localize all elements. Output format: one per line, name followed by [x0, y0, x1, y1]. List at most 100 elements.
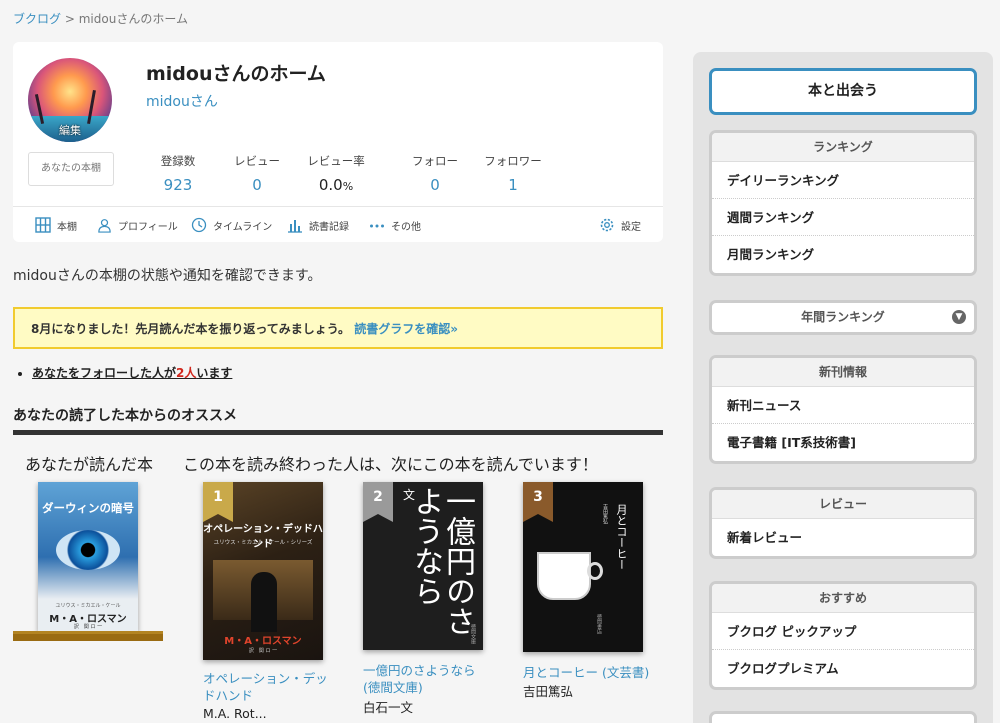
rec-book-title-2[interactable]: 一億円のさようなら (徳間文庫) [363, 662, 483, 696]
monthly-review-alert: 8月になりました！先月読んだ本を振り返ってみましょう。 読書グラフを確認» [13, 307, 663, 349]
panel-heading: ランキング [712, 133, 974, 162]
breadcrumb: ブクログ > midouさんのホーム [13, 10, 188, 27]
follow-notice-item[interactable]: あなたをフォローした人が2人います [32, 364, 232, 381]
rec-book-author-2[interactable]: 白石一文 [363, 697, 413, 716]
stat-value-unit: % [342, 180, 354, 193]
stat-value-number: 0.0 [318, 176, 343, 194]
bookshelf-base [13, 631, 163, 641]
profile-card: 編集 midouさんのホーム midouさん あなたの本棚 登録数 923 レビ… [13, 42, 663, 242]
rec-book-cover-1[interactable]: 1 オペレーション・デッドハンド ユリウス・ミカエル・ケール・シリーズ M・A・… [203, 482, 323, 660]
sidebar-item-daily-ranking[interactable]: デイリーランキング [712, 162, 974, 199]
avatar[interactable]: 編集 [28, 58, 112, 142]
sidebar-item-weekly-ranking[interactable]: 週間ランキング [712, 199, 974, 236]
next-panel-partial [709, 711, 977, 723]
tab-label: 読書記録 [309, 221, 349, 233]
rec-book-author-3[interactable]: 吉田篤弘 [523, 681, 573, 700]
your-shelf-button[interactable]: あなたの本棚 [28, 152, 114, 186]
stat-follow[interactable]: フォロー 0 [411, 153, 459, 194]
stat-review-rate: レビュー率 0.0% [306, 153, 366, 194]
sidebar-item-monthly-ranking[interactable]: 月間ランキング [712, 236, 974, 273]
stat-label: レビュー率 [307, 154, 365, 168]
ranking-panel: ランキング デイリーランキング 週間ランキング 月間ランキング [709, 130, 977, 276]
clock-icon [191, 217, 207, 233]
cover-title: 月とコーヒー [615, 504, 628, 570]
sidebar-item-new-reviews[interactable]: 新着レビュー [712, 519, 974, 556]
panel-heading: おすすめ [712, 584, 974, 613]
sidebar-item-ebooks-it[interactable]: 電子書籍 [IT系技術書] [712, 424, 974, 461]
shelf-icon [35, 217, 51, 233]
cover-author: 吉田篤弘 [602, 504, 608, 524]
tab-shelf[interactable]: 本棚 [35, 214, 77, 236]
stat-value: 0.0% [306, 176, 366, 194]
rec-book-cover-2[interactable]: 2 文 一億円のさようなら 徳間文庫 [363, 482, 483, 650]
panel-heading: 新刊情報 [712, 358, 974, 387]
stat-value[interactable]: 1 [483, 176, 543, 194]
tab-other[interactable]: その他 [369, 214, 421, 236]
follow-notice-list: あなたをフォローした人が2人います [20, 364, 232, 381]
avatar-edit-label[interactable]: 編集 [28, 122, 112, 138]
tab-reading-record[interactable]: 読書記録 [287, 214, 349, 236]
tab-timeline[interactable]: タイムライン [191, 214, 272, 236]
yearly-ranking-dropdown[interactable]: 年間ランキング ▼ [709, 300, 977, 335]
dropdown-label: 年間ランキング [801, 310, 885, 324]
more-dots-icon [370, 224, 384, 228]
cover-translator: 訳 関 ロ 一 [248, 648, 278, 654]
breadcrumb-root-link[interactable]: ブクログ [13, 12, 61, 26]
read-book-cover[interactable]: ダーウィンの暗号 ユリウス・ミカエル・ケール M・A・ロスマン 訳 関 ロ 一 [38, 482, 138, 632]
cover-brand: 徳間書店 [596, 614, 602, 634]
cup-handle-graphic [587, 562, 603, 580]
user-icon [98, 218, 111, 233]
recommend-section-title: あなたの読了した本からのオススメ [13, 408, 237, 424]
settings-link[interactable]: 設定 [599, 214, 641, 236]
breadcrumb-current: midouさんのホーム [78, 12, 188, 26]
rec-book-author-1[interactable]: M.A. Rot... [203, 706, 267, 721]
page-title: midouさんのホーム [146, 63, 326, 85]
stat-value[interactable]: 923 [158, 176, 198, 194]
tab-label: その他 [391, 221, 421, 233]
meet-books-button[interactable]: 本と出会う [709, 68, 977, 115]
review-panel: レビュー 新着レビュー [709, 487, 977, 559]
cover-title: 一億円のさようなら [408, 486, 475, 636]
sidebar-item-pickup[interactable]: ブクログ ピックアップ [712, 613, 974, 650]
chevron-down-icon: ▼ [952, 310, 966, 324]
panel-heading: レビュー [712, 490, 974, 519]
figure-graphic [251, 572, 277, 632]
breadcrumb-separator: > [64, 12, 75, 26]
stat-registered[interactable]: 登録数 923 [158, 153, 198, 194]
stat-followers[interactable]: フォロワー 1 [483, 153, 543, 194]
shelf-status-text: midouさんの本棚の状態や通知を確認できます。 [13, 268, 322, 284]
cover-translator: 訳 関 ロ 一 [73, 624, 103, 630]
stat-value[interactable]: 0 [233, 176, 281, 194]
sidebar-item-new-release-news[interactable]: 新刊ニュース [712, 387, 974, 424]
cover-brand: 徳間文庫 [470, 624, 476, 644]
stat-reviews[interactable]: レビュー 0 [233, 153, 281, 194]
rec-book-title-1[interactable]: オペレーション・デッドハンド [203, 670, 333, 704]
rank-badge: 1 [203, 482, 233, 522]
rec-book-cover-3[interactable]: 3 月とコーヒー 吉田篤弘 徳間書店 [523, 482, 643, 652]
eye-graphic [56, 530, 120, 570]
tab-label: タイムライン [213, 221, 273, 233]
read-book-label: あなたが読んだ本 [25, 455, 154, 474]
reading-graph-link[interactable]: 読書グラフを確認» [354, 322, 458, 336]
new-releases-panel: 新刊情報 新刊ニュース 電子書籍 [IT系技術書] [709, 355, 977, 464]
follow-notice-pre: あなたをフォローした人が [32, 366, 177, 380]
stat-label: 登録数 [160, 154, 196, 168]
tab-profile[interactable]: プロフィール [97, 214, 178, 236]
bar-chart-icon [288, 220, 302, 233]
tab-label: 本棚 [57, 221, 77, 233]
username-link[interactable]: midouさん [146, 91, 218, 111]
stat-label: フォロワー [484, 154, 542, 168]
tab-label: 設定 [621, 221, 641, 233]
stat-label: フォロー [412, 154, 458, 168]
stat-label: レビュー [234, 154, 280, 168]
gear-icon [600, 218, 614, 232]
cup-graphic [537, 552, 591, 600]
sidebar-item-premium[interactable]: ブクログプレミアム [712, 650, 974, 687]
stat-value[interactable]: 0 [411, 176, 459, 194]
tab-label: プロフィール [118, 221, 178, 233]
follow-notice-post: います [196, 366, 233, 380]
profile-tabs: 本棚 プロフィール タイムライン 読書記録 その他 設定 [33, 214, 643, 238]
rec-book-title-3[interactable]: 月とコーヒー (文芸書) [523, 664, 663, 681]
section-divider [13, 430, 663, 435]
cover-subtitle: ユリウス・ミカエル・ケール [55, 603, 121, 609]
